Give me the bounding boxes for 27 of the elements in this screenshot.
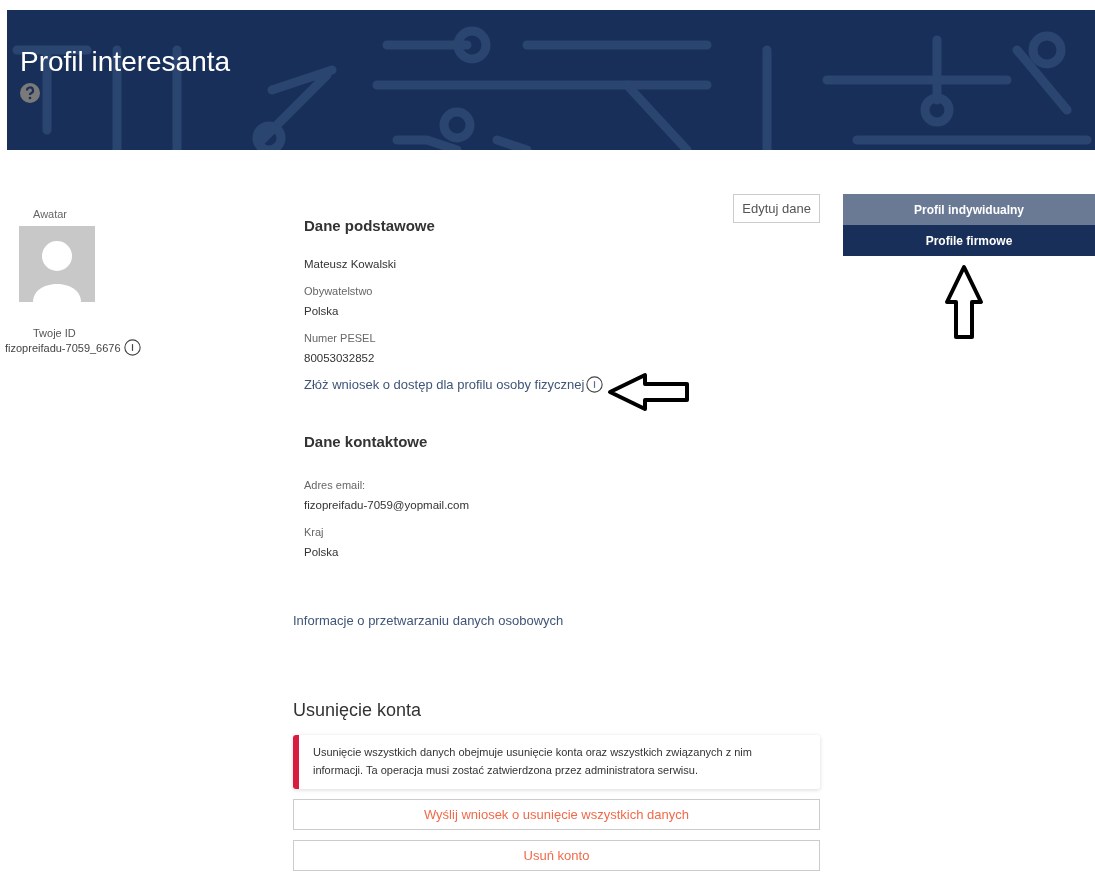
page-title: Profil interesanta [20, 46, 232, 78]
info-icon[interactable] [123, 339, 141, 356]
field-value: Polska [304, 546, 339, 558]
field-label: Numer PESEL [304, 332, 376, 344]
field-label: Obywatelstwo [304, 285, 373, 297]
help-icon[interactable] [20, 83, 40, 103]
profile-tab[interactable]: Profile firmowe [843, 225, 1095, 256]
profile-tab[interactable]: Profil indywidualny [843, 194, 1095, 225]
field-label: Adres email: [304, 479, 366, 491]
arrow-icon [944, 264, 984, 340]
edit-data-button[interactable]: Edytuj dane [733, 194, 820, 223]
warning-text: Usunięcie wszystkich danych obejmuje usunięcie konta oraz wszystkich związanych z nim informacji. Ta operacja musi zostać zatwierdzona przez administratora serwisu. [313, 746, 752, 776]
id-label: Twoje ID [33, 327, 76, 339]
field-value: Polska [304, 305, 339, 317]
id-value: fizopreifadu-7059_6676 [5, 341, 121, 354]
section-heading: Dane podstawowe [304, 217, 435, 234]
section-heading: Usunięcie konta [293, 700, 422, 721]
privacy-info-link[interactable]: Informacje o przetwarzaniu danych osobowych [293, 613, 564, 628]
field-label: Kraj [304, 526, 324, 538]
section-heading: Dane kontaktowe [304, 433, 428, 450]
arrow-icon [607, 372, 692, 412]
full-name: Mateusz Kowalski [304, 258, 397, 270]
field-value: fizopreifadu-7059@yopmail.com [304, 499, 470, 511]
field-value: 80053032852 [304, 352, 375, 364]
info-icon[interactable] [586, 376, 604, 393]
access-request-link[interactable]: Złóż wniosek o dostęp dla profilu osoby fizycznej [304, 377, 585, 392]
avatar-label: Awatar [33, 208, 68, 220]
